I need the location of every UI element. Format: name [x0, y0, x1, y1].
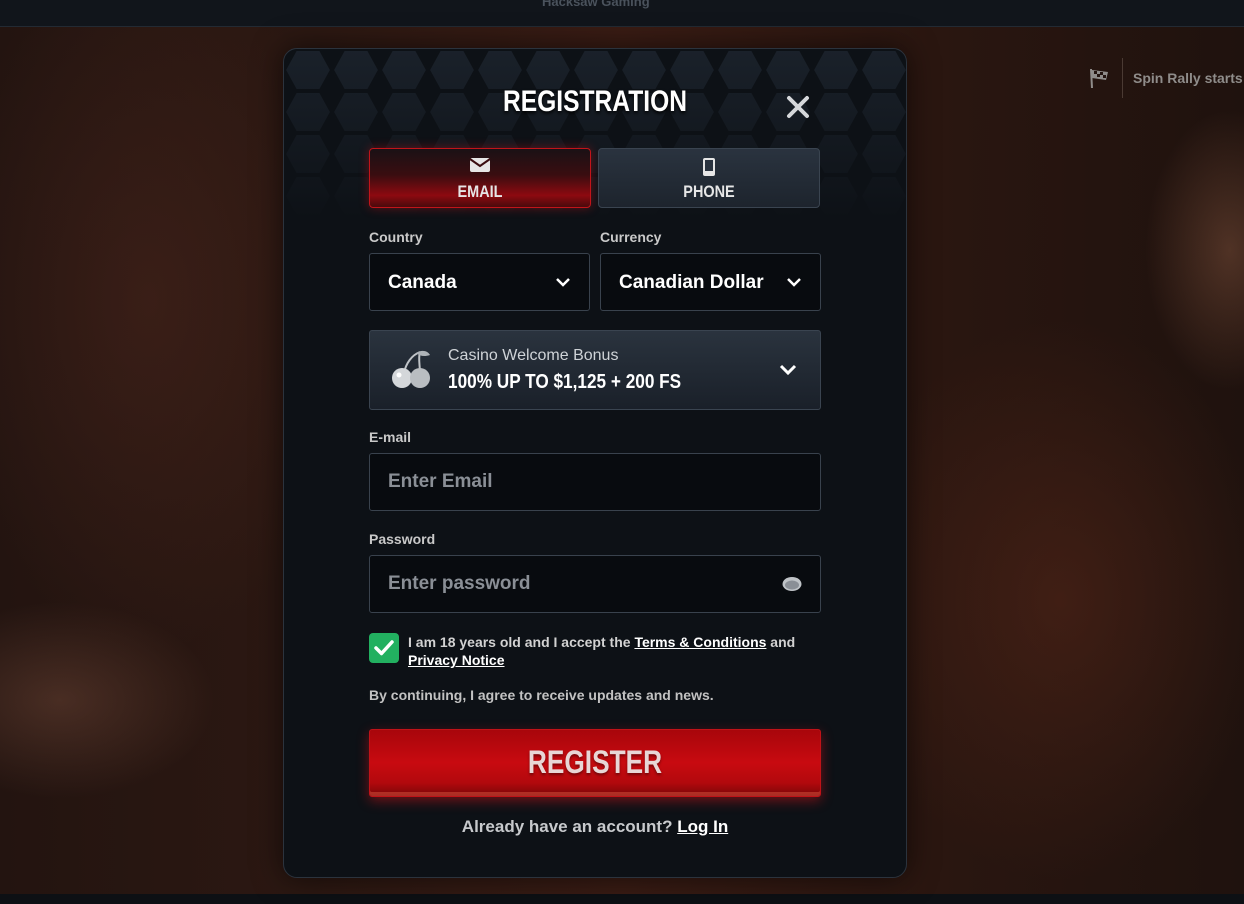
bonus-select[interactable]: Casino Welcome Bonus 100% UP TO $1,125 +…: [369, 330, 821, 410]
password-field[interactable]: [370, 556, 820, 612]
register-button[interactable]: REGISTER: [369, 729, 821, 797]
updates-consent-text: By continuing, I agree to receive update…: [369, 687, 714, 703]
spin-rally-banner[interactable]: Spin Rally starts in: [1088, 58, 1244, 98]
account-prompt-text: Already have an account?: [461, 817, 673, 836]
currency-label: Currency: [600, 229, 662, 245]
top-bar: Hacksaw Gaming: [0, 0, 1244, 27]
password-label: Password: [369, 531, 436, 547]
registration-modal: REGISTRATION EMAIL PHONE Country Currenc…: [283, 48, 907, 878]
email-label: E-mail: [369, 429, 412, 445]
currency-value: Canadian Dollar: [619, 272, 764, 293]
eye-icon[interactable]: [782, 576, 802, 592]
email-field-wrapper: [369, 453, 821, 511]
cherry-icon: [392, 350, 430, 388]
chevron-down-icon: [779, 364, 797, 376]
chevron-down-icon: [556, 278, 570, 287]
bonus-offer: 100% UP TO $1,125 + 200 FS: [448, 371, 682, 393]
checkmark-icon: [374, 640, 394, 656]
email-field[interactable]: [370, 454, 820, 510]
divider: [1122, 58, 1123, 98]
tab-phone-label: PHONE: [683, 182, 735, 201]
login-prompt: Already have an account? Log In: [284, 817, 906, 837]
tab-email-label: EMAIL: [457, 182, 503, 201]
login-link[interactable]: Log In: [677, 817, 728, 836]
close-icon[interactable]: [784, 93, 812, 121]
terms-and: and: [770, 634, 796, 650]
bottom-bar: [0, 894, 1244, 904]
currency-select[interactable]: Canadian Dollar: [600, 253, 821, 311]
bonus-title: Casino Welcome Bonus: [448, 347, 619, 364]
terms-prefix: I am 18 years old and I accept the: [408, 634, 631, 650]
country-value: Canada: [388, 272, 457, 293]
tab-email[interactable]: EMAIL: [369, 148, 591, 208]
chevron-down-icon: [787, 278, 801, 287]
register-label: REGISTER: [527, 744, 663, 780]
envelope-icon: [469, 158, 491, 172]
spin-rally-text: Spin Rally starts in: [1133, 70, 1244, 86]
checkered-flag-icon: [1090, 68, 1108, 89]
terms-conditions-link[interactable]: Terms & Conditions: [634, 634, 766, 650]
terms-text: I am 18 years old and I accept the Terms…: [408, 633, 808, 669]
modal-title: REGISTRATION: [502, 85, 688, 118]
privacy-notice-link[interactable]: Privacy Notice: [408, 652, 505, 668]
tab-phone[interactable]: PHONE: [598, 148, 820, 208]
country-label: Country: [369, 229, 423, 245]
password-field-wrapper: [369, 555, 821, 613]
country-select[interactable]: Canada: [369, 253, 590, 311]
phone-icon: [703, 158, 715, 176]
provider-label: Hacksaw Gaming: [542, 0, 650, 9]
terms-checkbox[interactable]: [369, 633, 399, 663]
